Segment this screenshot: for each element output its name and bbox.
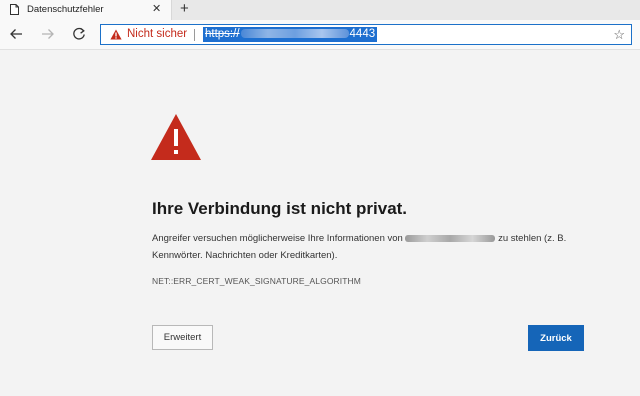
page-title: Ihre Verbindung ist nicht privat. <box>152 199 408 218</box>
url-port: 4443 <box>349 28 376 40</box>
back-button[interactable]: Zurück <box>528 325 584 351</box>
description-text-start: Angreifer versuchen möglicherweise Ihre … <box>152 233 406 244</box>
redacted-host <box>405 234 496 242</box>
toolbar: Nicht sicher https:// 4443 ☆ <box>0 20 640 50</box>
warning-icon <box>110 29 122 40</box>
address-divider <box>194 29 195 41</box>
warning-triangle-icon <box>151 114 201 160</box>
arrow-left-icon[interactable] <box>8 26 24 42</box>
advanced-button[interactable]: Erweitert <box>152 325 213 350</box>
url-text[interactable]: https:// 4443 <box>203 27 378 42</box>
new-tab-button[interactable]: + <box>180 0 189 18</box>
description-text: Angreifer versuchen möglicherweise Ihre … <box>152 230 592 264</box>
tab-datenschutzfehler[interactable]: Datenschutzfehler ✕ <box>0 0 172 20</box>
refresh-icon[interactable] <box>71 26 87 42</box>
url-scheme: https:// <box>205 28 240 40</box>
error-code: NET::ERR_CERT_WEAK_SIGNATURE_ALGORITHM <box>152 276 361 286</box>
page-icon <box>10 4 19 15</box>
tab-title: Datenschutzfehler <box>27 4 104 15</box>
redacted-host <box>240 29 349 39</box>
star-icon[interactable]: ☆ <box>613 27 625 43</box>
address-bar[interactable]: Nicht sicher https:// 4443 ☆ <box>100 24 632 45</box>
security-status-label[interactable]: Nicht sicher <box>127 28 187 40</box>
arrow-right-icon <box>42 29 54 39</box>
tab-strip: Datenschutzfehler ✕ + <box>0 0 640 20</box>
close-tab-icon[interactable]: ✕ <box>152 2 161 16</box>
